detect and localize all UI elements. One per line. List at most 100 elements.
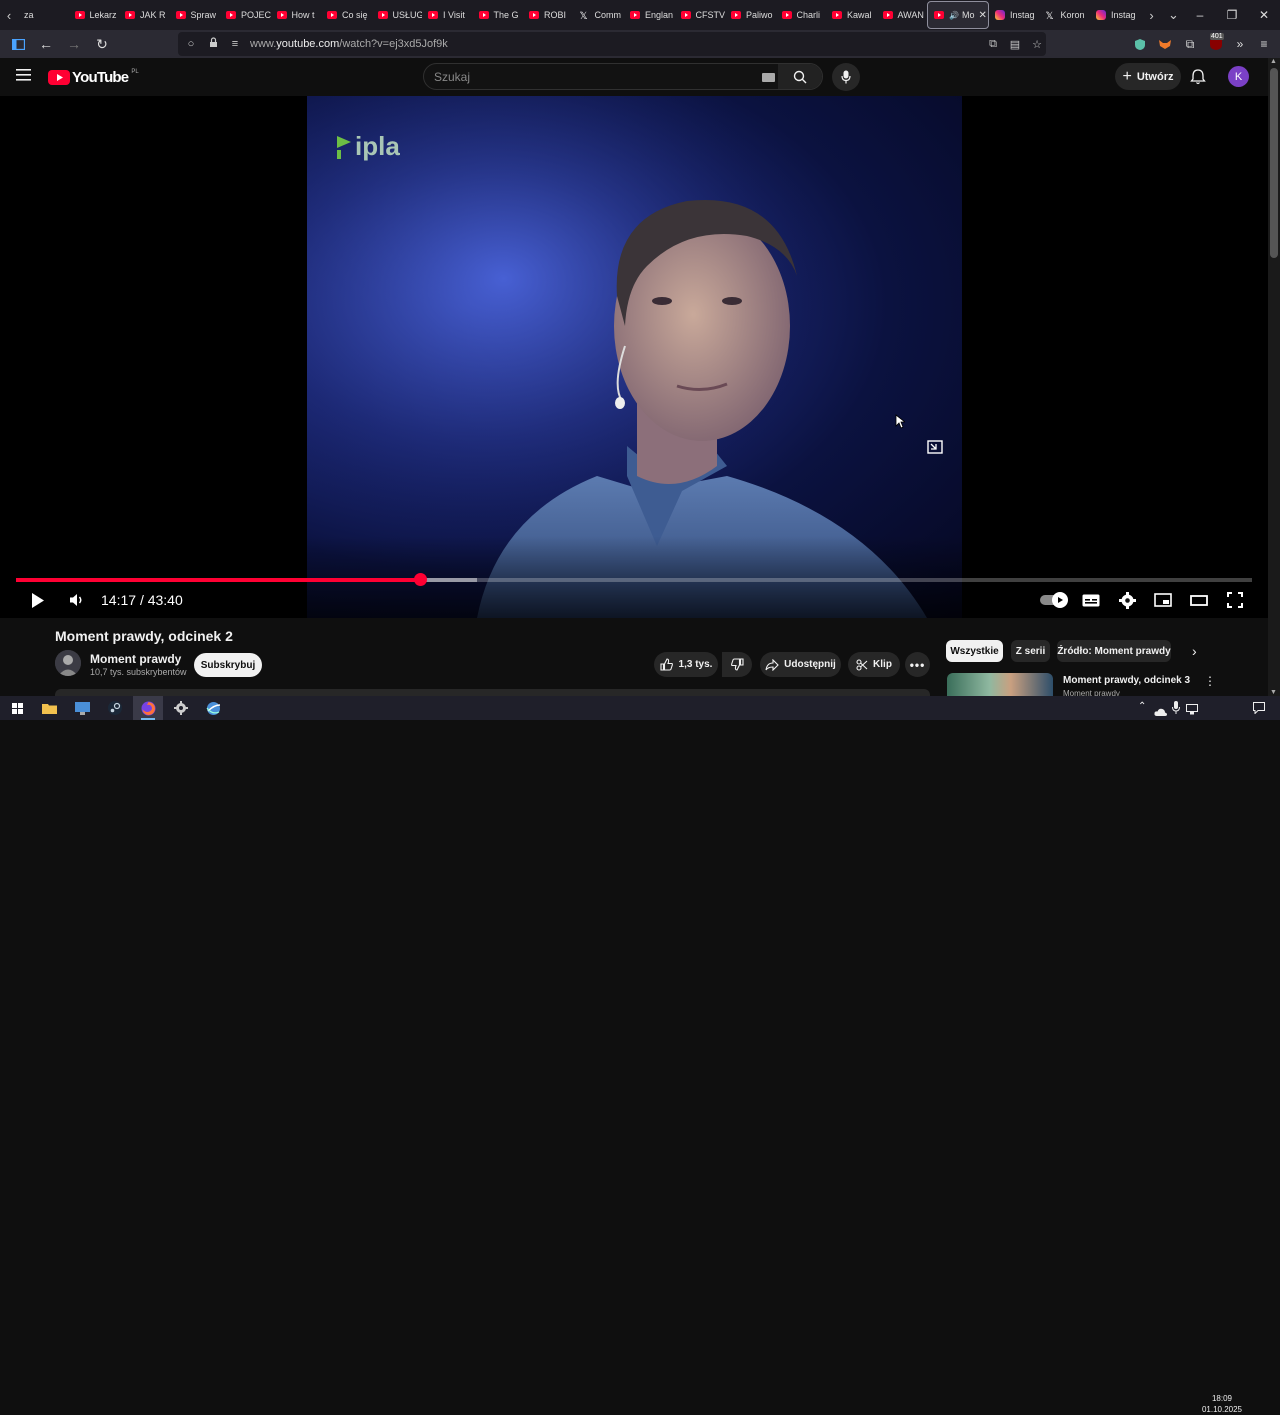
page-scrollbar[interactable]: ▲ ▼ [1268, 58, 1280, 696]
app-menu-icon[interactable]: ≡ [1254, 34, 1274, 54]
browser-tab[interactable]: The G [473, 1, 524, 29]
theater-mode-button[interactable] [1185, 586, 1213, 614]
tab-scroll-right-icon[interactable]: › [1143, 0, 1161, 30]
restore-icon[interactable]: ❐ [1216, 0, 1248, 30]
play-button[interactable] [24, 586, 52, 614]
autoplay-toggle[interactable] [1040, 592, 1070, 608]
shield-extension-icon[interactable] [1130, 34, 1150, 54]
browser-tab[interactable]: Lekarz [69, 1, 120, 29]
chip-all[interactable]: Wszystkie [946, 640, 1003, 662]
permissions-icon[interactable]: ≡ [226, 38, 244, 50]
browser-tab[interactable]: Spraw [170, 1, 221, 29]
search-input[interactable]: Szukaj [434, 70, 470, 84]
firefox-taskbar-icon[interactable] [133, 696, 163, 720]
bookmark-star-icon[interactable]: ☆ [1028, 38, 1046, 51]
minimize-icon[interactable]: – [1184, 0, 1216, 30]
youtube-logo[interactable]: YouTube PL [48, 68, 139, 86]
notification-center-icon[interactable] [1253, 701, 1265, 719]
scrollbar-thumb[interactable] [1270, 68, 1278, 258]
remote-desktop-icon[interactable] [67, 696, 97, 720]
progress-bar[interactable] [16, 573, 1252, 586]
extensions-icon[interactable]: ⧉ [1180, 34, 1200, 54]
close-window-icon[interactable]: ✕ [1248, 0, 1280, 30]
dislike-button[interactable] [722, 652, 752, 677]
reader-view-icon[interactable]: ▤ [1006, 38, 1024, 51]
back-icon[interactable]: ← [34, 32, 58, 56]
next-video-menu-icon[interactable]: ⋮ [1204, 674, 1216, 688]
lock-icon[interactable] [204, 37, 222, 51]
microphone-tray-icon[interactable] [1172, 701, 1180, 719]
browser-tab[interactable]: Co się [321, 1, 372, 29]
fox-extension-icon[interactable] [1155, 34, 1175, 54]
tracking-protection-icon[interactable]: ○ [182, 38, 200, 50]
mini-expand-icon[interactable] [927, 440, 945, 458]
chip-series[interactable]: Z serii [1011, 640, 1050, 662]
network-icon[interactable] [1186, 702, 1198, 720]
guide-menu-icon[interactable] [16, 68, 32, 84]
address-bar[interactable]: ○ ≡ www.youtube.com/watch?v=ej3xd5Jof9k … [178, 32, 1046, 56]
browser-tab[interactable]: JAK R [119, 1, 170, 29]
like-button[interactable]: 1,3 tys. [654, 652, 718, 677]
miniplayer-button[interactable] [1149, 586, 1177, 614]
create-button[interactable]: + Utwórz [1115, 63, 1181, 90]
share-button[interactable]: Udostępnij [760, 652, 841, 677]
overflow-menu-icon[interactable]: » [1230, 34, 1250, 54]
chip-source[interactable]: Źródło: Moment prawdy [1057, 640, 1171, 662]
tab-audio-icon[interactable]: 🔊 [949, 11, 959, 20]
next-video-thumbnail[interactable] [947, 673, 1053, 696]
browser-tab[interactable]: I Visit [422, 1, 473, 29]
browser-tab[interactable]: USŁUG [372, 1, 422, 29]
tab-scroll-left-icon[interactable]: ‹ [0, 0, 18, 30]
browser-tab[interactable]: Paliwo [725, 1, 776, 29]
tray-overflow-icon[interactable]: ⌃ [1138, 701, 1146, 712]
subscribe-button[interactable]: Subskrybuj [194, 653, 262, 677]
search-box[interactable]: Szukaj [423, 63, 823, 90]
browser-tab[interactable]: Instag [989, 1, 1040, 29]
description-box-edge[interactable] [55, 689, 930, 696]
browser-tab[interactable]: Englan [624, 1, 675, 29]
forward-icon[interactable]: → [62, 32, 86, 56]
sidebar-toggle-icon[interactable] [6, 32, 30, 56]
browser-tab[interactable]: CFSTV [675, 1, 725, 29]
subtitles-button[interactable] [1077, 586, 1105, 614]
onedrive-icon[interactable] [1154, 703, 1167, 721]
browser-app-icon[interactable] [198, 696, 228, 720]
tab-list-dropdown-icon[interactable]: ⌄ [1165, 0, 1183, 30]
ublock-extension-icon[interactable]: 401 [1206, 33, 1226, 54]
scroll-up-icon[interactable]: ▲ [1270, 58, 1277, 65]
browser-tab[interactable]: Charli [776, 1, 827, 29]
scroll-down-icon[interactable]: ▼ [1270, 689, 1277, 696]
video-player[interactable]: ipla 14:17 / 43:40 [0, 96, 1268, 618]
next-video-title[interactable]: Moment prawdy, odcinek 3 [1063, 675, 1190, 686]
browser-tab[interactable]: Kawal [826, 1, 877, 29]
settings-button[interactable] [1113, 586, 1141, 614]
mute-button[interactable] [63, 586, 91, 614]
steam-icon[interactable] [100, 696, 130, 720]
fullscreen-button[interactable] [1221, 586, 1249, 614]
voice-search-button[interactable] [832, 63, 860, 91]
browser-tab[interactable]: AWAN [877, 1, 928, 29]
reload-icon[interactable]: ↻ [90, 32, 114, 56]
clip-button[interactable]: Klip [848, 652, 900, 677]
browser-tab[interactable]: ROBI [523, 1, 574, 29]
file-explorer-icon[interactable] [34, 696, 64, 720]
browser-tab[interactable]: How t [271, 1, 322, 29]
browser-tab-active[interactable]: 🔊 Mo ✕ [927, 1, 989, 29]
notifications-button[interactable] [1190, 68, 1208, 86]
chips-next-icon[interactable]: › [1192, 643, 1197, 659]
taskbar-clock[interactable]: 18:09 01.10.2025 [1200, 1393, 1244, 1415]
browser-tab[interactable]: POJEC [220, 1, 271, 29]
keyboard-icon[interactable] [762, 73, 775, 82]
windows-start-icon[interactable] [2, 696, 32, 720]
more-actions-button[interactable]: ••• [905, 652, 930, 677]
picture-in-picture-url-icon[interactable]: ⧉ [984, 38, 1002, 51]
channel-name[interactable]: Moment prawdy [90, 652, 181, 666]
search-button[interactable] [778, 64, 822, 89]
settings-taskbar-icon[interactable] [166, 696, 196, 720]
browser-tab[interactable]: 𝕏 Comm [574, 1, 625, 29]
channel-avatar[interactable] [55, 650, 81, 676]
browser-tab[interactable]: za [18, 1, 69, 29]
browser-tab[interactable]: Instag [1090, 1, 1141, 29]
tab-close-icon[interactable]: ✕ [978, 10, 986, 21]
browser-tab[interactable]: 𝕏 Koron [1040, 1, 1091, 29]
